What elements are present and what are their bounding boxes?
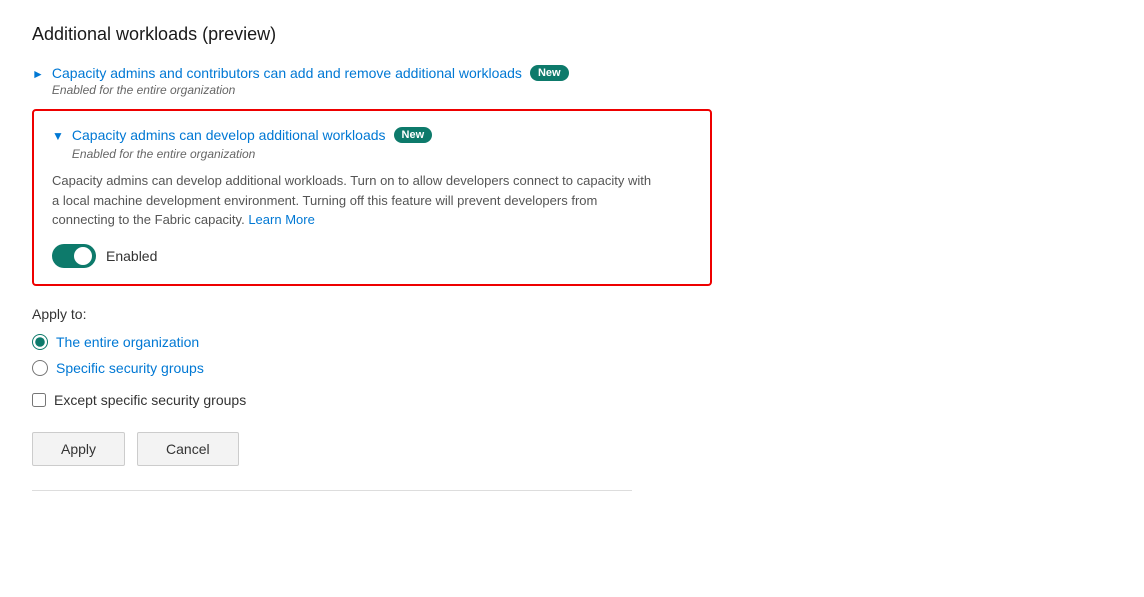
apply-to-section: Apply to: The entire organization Specif… xyxy=(32,306,1112,466)
radio-entire-org-input[interactable] xyxy=(32,334,48,350)
workload-item-1: ► Capacity admins and contributors can a… xyxy=(32,65,1112,97)
workload-2-description: Capacity admins can develop additional w… xyxy=(52,171,652,230)
workload-2-title: Capacity admins can develop additional w… xyxy=(72,127,386,143)
except-specific-groups[interactable]: Except specific security groups xyxy=(32,392,1112,408)
chevron-down-icon[interactable]: ▼ xyxy=(52,129,64,143)
learn-more-link[interactable]: Learn More xyxy=(248,212,314,227)
workload-2-subtitle: Enabled for the entire organization xyxy=(72,147,432,161)
radio-specific-groups-input[interactable] xyxy=(32,360,48,376)
section-divider xyxy=(32,490,632,491)
enabled-toggle[interactable] xyxy=(52,244,96,268)
radio-entire-org-label: The entire organization xyxy=(56,334,199,350)
workload-1-badge: New xyxy=(530,65,569,81)
radio-group: The entire organization Specific securit… xyxy=(32,334,1112,376)
workload-item-2-expanded: ▼ Capacity admins can develop additional… xyxy=(32,109,712,286)
page-title: Additional workloads (preview) xyxy=(32,24,1112,45)
radio-specific-groups-label: Specific security groups xyxy=(56,360,204,376)
workload-1-subtitle: Enabled for the entire organization xyxy=(52,83,569,97)
cancel-button[interactable]: Cancel xyxy=(137,432,239,466)
radio-entire-org[interactable]: The entire organization xyxy=(32,334,1112,350)
workload-2-header-row: ▼ Capacity admins can develop additional… xyxy=(52,127,692,161)
apply-to-label: Apply to: xyxy=(32,306,1112,322)
radio-specific-groups[interactable]: Specific security groups xyxy=(32,360,1112,376)
apply-button[interactable]: Apply xyxy=(32,432,125,466)
workload-1-title: Capacity admins and contributors can add… xyxy=(52,65,522,81)
button-row: Apply Cancel xyxy=(32,432,1112,466)
workload-2-badge: New xyxy=(394,127,433,143)
except-groups-label: Except specific security groups xyxy=(54,392,246,408)
toggle-label: Enabled xyxy=(106,248,157,264)
except-groups-checkbox[interactable] xyxy=(32,393,46,407)
chevron-right-icon[interactable]: ► xyxy=(32,67,44,81)
toggle-container: Enabled xyxy=(52,244,692,268)
